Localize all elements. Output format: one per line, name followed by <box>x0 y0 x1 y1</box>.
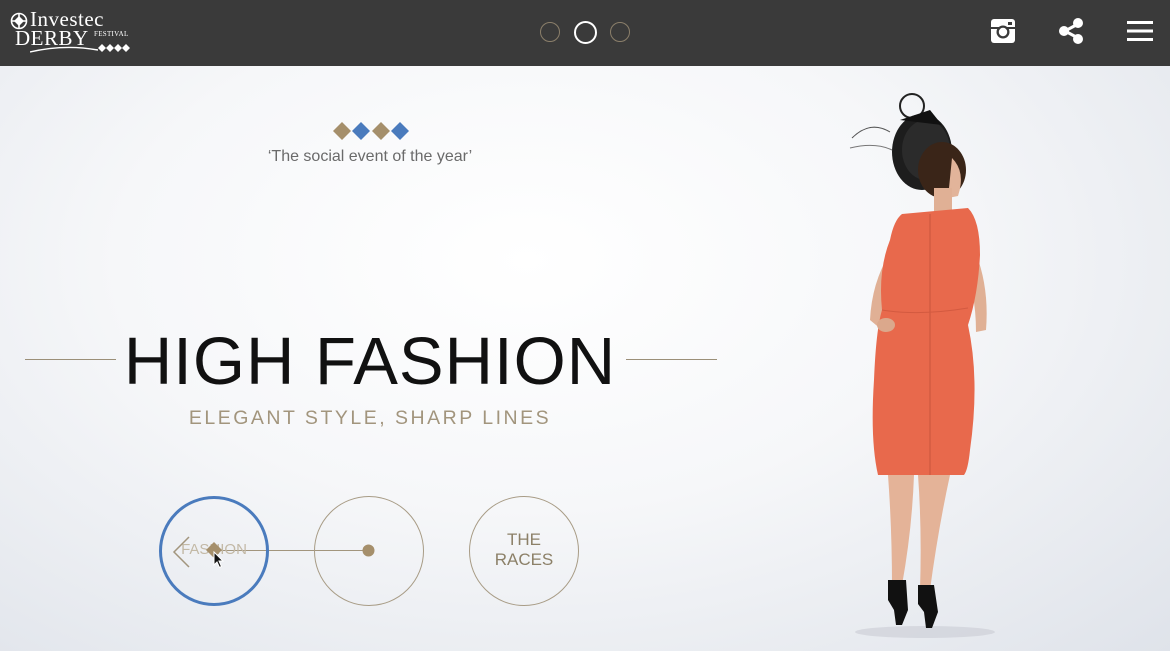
title-rule-left <box>25 359 116 360</box>
diamond-3 <box>372 122 390 140</box>
diamond-4 <box>391 122 409 140</box>
page-title: HIGH FASHION <box>123 324 617 399</box>
page-subtitle: ELEGANT STYLE, SHARP LINES <box>188 407 552 429</box>
mouse-cursor-icon <box>213 551 225 569</box>
decorative-diamonds-icon <box>333 122 409 140</box>
pager-dot-3[interactable] <box>610 22 630 42</box>
chevron-left-icon[interactable] <box>171 536 191 568</box>
races-label-line1: THE <box>507 530 541 549</box>
investec-derby-festival-logo[interactable]: Investec DERBY FESTIVAL <box>8 8 133 56</box>
nav-the-races-label: THE RACES <box>469 530 579 570</box>
diamond-2 <box>352 122 370 140</box>
slide-pager <box>540 21 632 45</box>
instagram-icon[interactable] <box>988 16 1018 46</box>
logo-diamonds-icon <box>98 44 130 52</box>
menu-icon[interactable] <box>1125 16 1155 46</box>
nav-dot-marker-icon <box>362 544 375 557</box>
pager-dot-1[interactable] <box>540 22 560 42</box>
logo-swoosh <box>30 46 98 53</box>
top-bar: Investec DERBY FESTIVAL <box>0 0 1170 66</box>
title-rule-right <box>626 359 717 360</box>
tagline-quote: ‘The social event of the year’ <box>267 148 473 165</box>
pager-dot-2-active[interactable] <box>574 21 597 44</box>
diamond-1 <box>333 122 351 140</box>
share-icon[interactable] <box>1056 16 1086 46</box>
races-label-line2: RACES <box>494 550 554 569</box>
fashion-model-image <box>849 93 995 638</box>
logo-line-festival: FESTIVAL <box>94 30 129 38</box>
